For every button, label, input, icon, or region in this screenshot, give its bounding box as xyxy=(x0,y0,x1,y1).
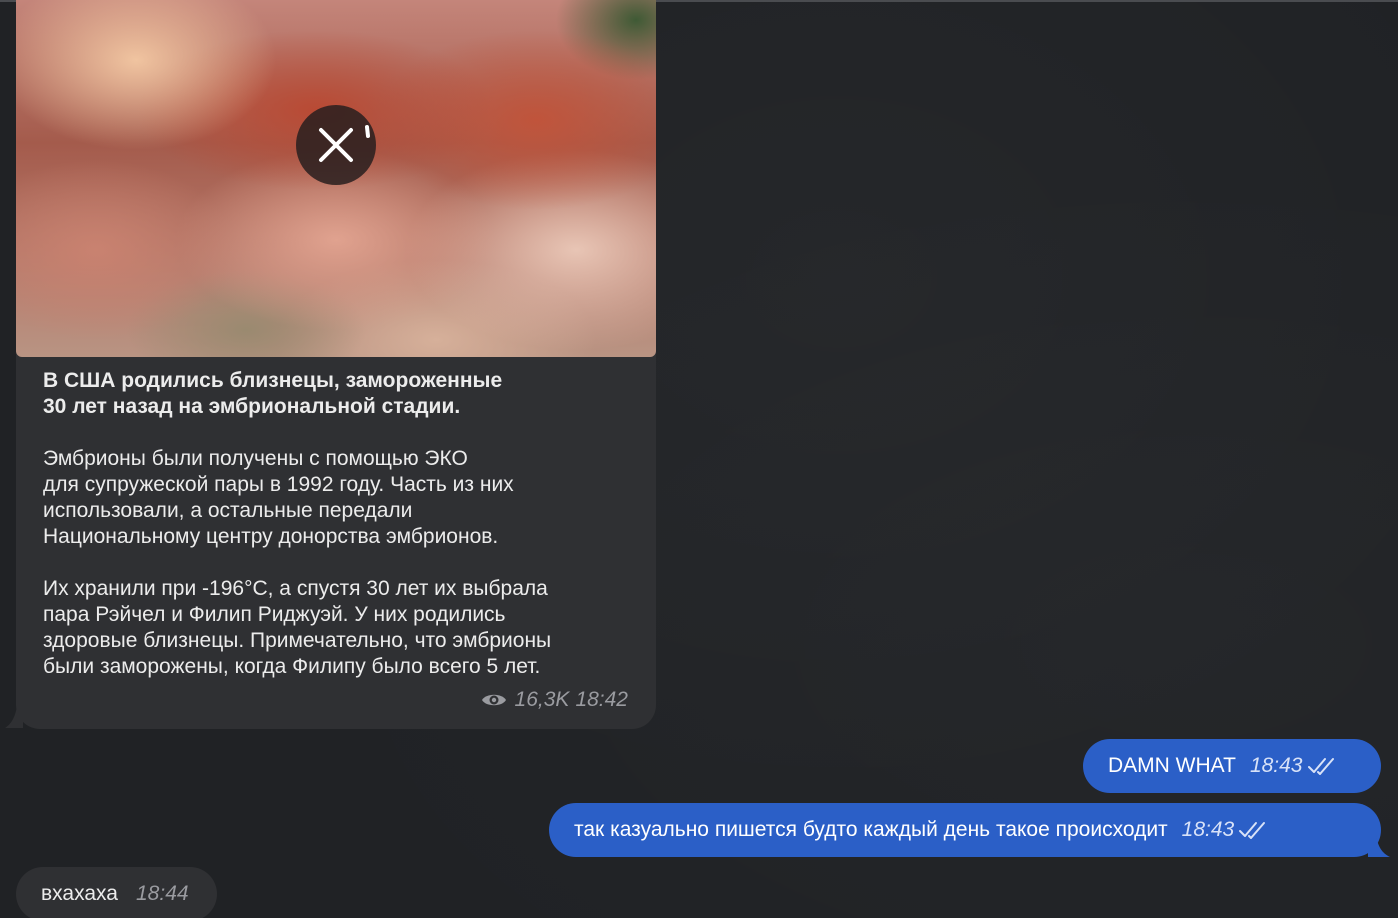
post-meta: 16,3K 18:42 xyxy=(481,688,628,712)
message-text: так казуально пишется будто каждый день … xyxy=(574,818,1168,841)
bubble-tail xyxy=(5,706,23,728)
cancel-download-icon[interactable] xyxy=(296,105,376,185)
message-time: 18:43 xyxy=(1249,754,1303,777)
views-eye-icon xyxy=(481,691,507,709)
post-title: В США родились близнецы, замороженные 30… xyxy=(43,369,503,418)
bubble-tail xyxy=(1368,835,1390,857)
post-paragraph: Их хранили при -196°C, а спустя 30 лет и… xyxy=(43,577,552,678)
message-time: 18:43 xyxy=(1181,818,1235,841)
message-text: вхахаха xyxy=(41,882,118,905)
post-media-preview[interactable] xyxy=(16,0,656,357)
message-text: DAMN WHAT xyxy=(1108,754,1236,777)
message-time: 18:44 xyxy=(136,882,189,905)
views-count: 16,3K xyxy=(514,688,570,711)
post-paragraph: Эмбрионы были получены с помощью ЭКО для… xyxy=(43,447,514,548)
channel-post-bubble[interactable]: В США родились близнецы, замороженные 30… xyxy=(16,0,656,729)
incoming-message-bubble[interactable]: вхахаха 18:44 xyxy=(16,867,217,918)
message-time: 18:42 xyxy=(575,688,628,711)
double-check-icon xyxy=(1307,756,1339,776)
chat-area: В США родились близнецы, замороженные 30… xyxy=(0,0,1398,918)
post-text: В США родились близнецы, замороженные 30… xyxy=(43,368,633,680)
outgoing-message-bubble[interactable]: DAMN WHAT 18:43 xyxy=(1083,739,1381,793)
double-check-icon xyxy=(1238,820,1270,840)
outgoing-message-bubble[interactable]: так казуально пишется будто каждый день … xyxy=(549,803,1381,857)
